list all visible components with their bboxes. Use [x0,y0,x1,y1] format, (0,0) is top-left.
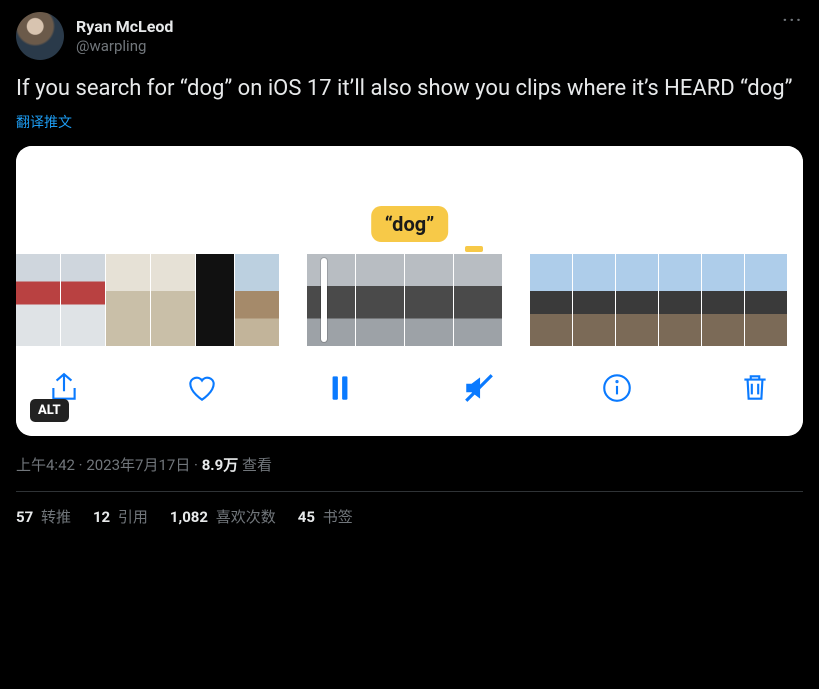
tweet-time[interactable]: 上午4:42 [16,456,75,474]
media-toolbar [16,346,803,436]
clip-thumbnail[interactable] [196,254,234,346]
more-options-icon[interactable]: ··· [783,10,803,29]
clip-group[interactable] [530,254,787,346]
translate-link[interactable]: 翻译推文 [16,112,72,132]
media-top-area: “dog” [16,146,803,254]
clip-group[interactable] [16,254,279,346]
clip-thumbnail[interactable] [573,254,615,346]
views-count: 8.9万 [202,456,239,474]
delete-button[interactable] [735,368,775,408]
media-card[interactable]: “dog” [16,146,803,436]
video-timeline[interactable] [16,254,803,346]
tweet-text: If you search for “dog” on iOS 17 it’ll … [16,74,803,104]
author-display-name: Ryan McLeod [76,17,173,37]
alt-badge[interactable]: ALT [30,399,69,422]
tweet-header: Ryan McLeod @warpling [16,12,803,60]
tweet-date[interactable]: 2023年7月17日 [86,456,190,474]
clip-thumbnail[interactable] [61,254,105,346]
author-handle: @warpling [76,37,173,56]
search-highlight-marker [465,246,483,252]
clip-thumbnail[interactable] [307,254,355,346]
divider [16,491,803,492]
clip-thumbnail[interactable] [659,254,701,346]
speaker-muted-icon [462,371,496,405]
quotes-stat[interactable]: 12 引用 [93,506,148,527]
info-button[interactable] [597,368,637,408]
bookmarks-stat[interactable]: 45 书签 [298,506,353,527]
clip-thumbnail[interactable] [16,254,60,346]
like-button[interactable] [182,368,222,408]
retweets-stat[interactable]: 57 转推 [16,506,71,527]
clip-thumbnail[interactable] [616,254,658,346]
clip-thumbnail[interactable] [356,254,404,346]
pause-icon [323,371,357,405]
info-icon [600,371,634,405]
tweet-stats: 57 转推 12 引用 1,082 喜欢次数 45 书签 [16,506,803,527]
views-label: 查看 [238,456,272,474]
trash-icon [738,371,772,405]
mute-button[interactable] [459,368,499,408]
tweet-meta: 上午4:42 · 2023年7月17日 · 8.9万 查看 [16,454,803,475]
clip-group[interactable] [307,254,502,346]
pause-button[interactable] [320,368,360,408]
likes-stat[interactable]: 1,082 喜欢次数 [170,506,276,527]
clip-thumbnail[interactable] [702,254,744,346]
clip-thumbnail[interactable] [106,254,150,346]
clip-thumbnail[interactable] [454,254,502,346]
clip-thumbnail[interactable] [405,254,453,346]
avatar[interactable] [16,12,64,60]
clip-thumbnail[interactable] [151,254,195,346]
clip-thumbnail[interactable] [235,254,279,346]
search-highlight-tag: “dog” [371,206,449,242]
clip-thumbnail[interactable] [745,254,787,346]
author-names[interactable]: Ryan McLeod @warpling [76,17,173,56]
playhead-indicator[interactable] [321,258,327,342]
tweet-container: ··· Ryan McLeod @warpling If you search … [0,0,819,539]
heart-icon [185,371,219,405]
clip-thumbnail[interactable] [530,254,572,346]
